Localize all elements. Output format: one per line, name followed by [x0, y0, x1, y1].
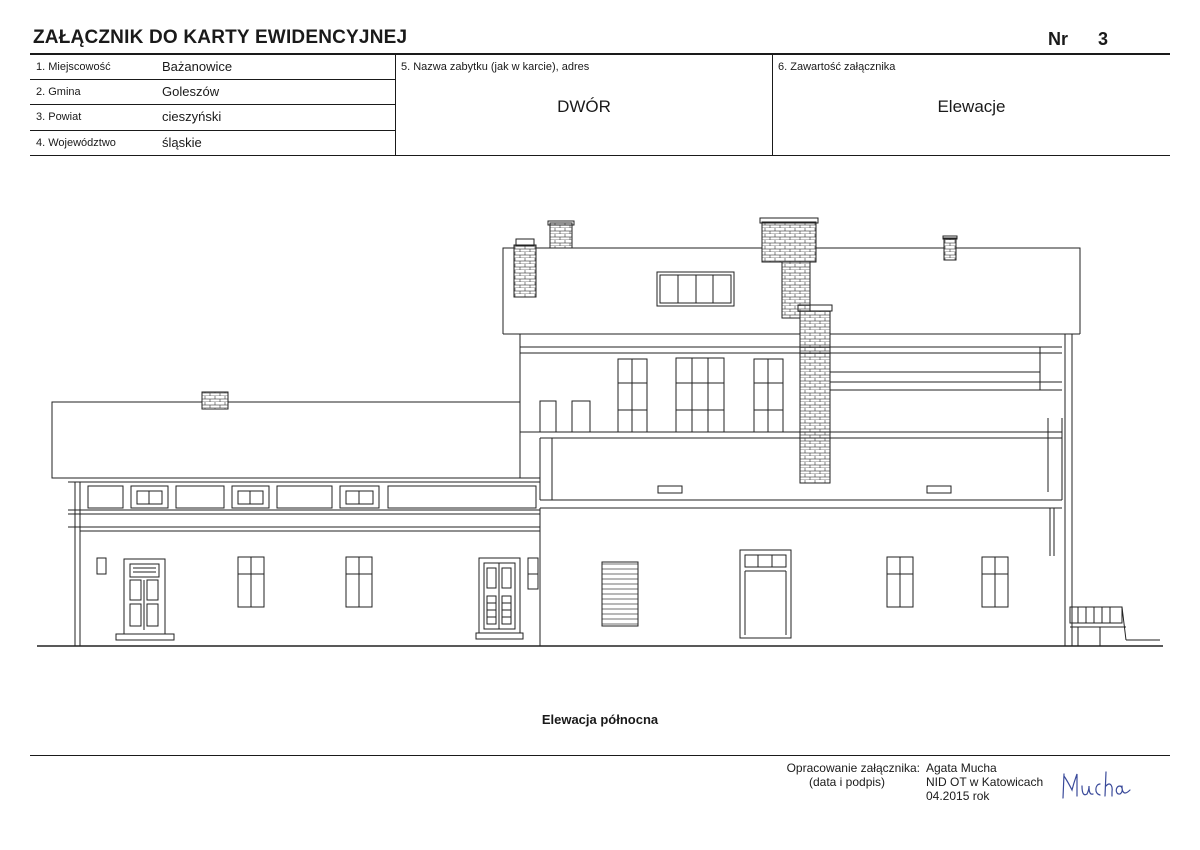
handwritten-signature — [1062, 771, 1131, 799]
prepared-sublabel: (data i podpis) — [809, 775, 886, 789]
footer-rule — [30, 755, 1170, 756]
author-institution: NID OT w Katowicach — [926, 775, 1044, 789]
author-name: Agata Mucha — [926, 761, 997, 775]
drawing-caption: Elewacja północna — [541, 712, 659, 727]
prepared-label: Opracowanie załącznika: — [786, 761, 920, 775]
prepared-date: 04.2015 rok — [926, 789, 990, 803]
